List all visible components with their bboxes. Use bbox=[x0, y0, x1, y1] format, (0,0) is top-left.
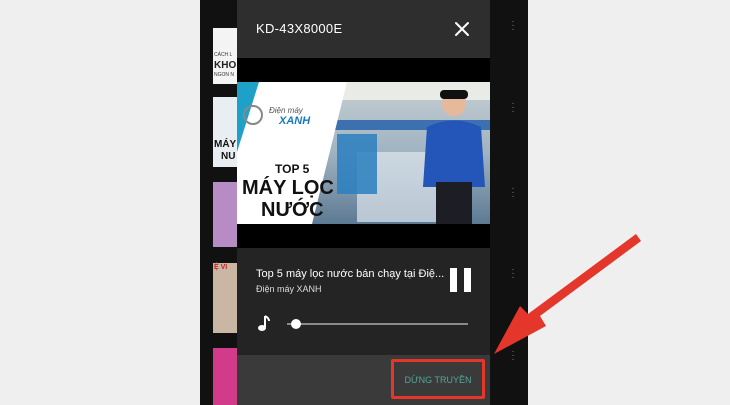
dialog-header: KD-43X8000E bbox=[237, 0, 490, 58]
video-preview[interactable]: Điện máy XANH TOP 5 MÁY LỌC NƯỚC bbox=[237, 58, 490, 248]
pause-icon[interactable] bbox=[450, 268, 472, 292]
slider-thumb[interactable] bbox=[291, 319, 302, 329]
red-arrow-annotation bbox=[490, 228, 650, 358]
thumbnail-text: Ệ VI bbox=[214, 264, 228, 271]
thumbnail-text: NGON N bbox=[214, 72, 234, 78]
track-channel: Điện máy XANH bbox=[256, 284, 322, 294]
music-note-icon bbox=[257, 314, 271, 332]
volume-slider[interactable] bbox=[287, 318, 468, 330]
more-options-icon[interactable]: · · · bbox=[510, 184, 516, 202]
thumbnail-text: MÁY bbox=[214, 139, 237, 150]
headline-line2: NƯỚC bbox=[261, 199, 324, 221]
thumbnail-text: CÁCH L bbox=[214, 52, 233, 58]
thumbnail-text: KHO bbox=[214, 60, 237, 71]
more-options-icon[interactable]: · · · bbox=[510, 99, 516, 117]
video-thumbnail: Điện máy XANH TOP 5 MÁY LỌC NƯỚC bbox=[237, 82, 490, 224]
cast-dialog: KD-43X8000E Điện máy XANH TOP 5 MÁY LỌC … bbox=[237, 0, 490, 405]
device-name: KD-43X8000E bbox=[256, 21, 343, 36]
slider-track bbox=[287, 323, 468, 325]
highlight-box bbox=[391, 359, 485, 399]
background-thumbnail[interactable] bbox=[213, 182, 237, 247]
headline-top: TOP 5 bbox=[275, 162, 310, 176]
background-thumbnail[interactable]: CÁCH L KHO NGON N bbox=[213, 28, 237, 84]
track-title: Top 5 máy lọc nước bán chạy tại Điệ... bbox=[256, 268, 445, 280]
close-icon[interactable] bbox=[451, 18, 473, 40]
brand-line: Điện máy bbox=[269, 106, 303, 115]
background-thumbnail[interactable]: Ệ VI bbox=[213, 263, 237, 333]
brand-name: XANH bbox=[279, 115, 311, 127]
thumbnail-text: NU bbox=[221, 151, 236, 162]
headline-line1: MÁY LỌC bbox=[242, 177, 334, 199]
background-video-list: CÁCH L KHO NGON N MÁY NU Ệ VI bbox=[213, 0, 237, 405]
background-thumbnail[interactable]: MÁY NU bbox=[213, 97, 237, 167]
background-thumbnail[interactable] bbox=[213, 348, 237, 405]
more-options-icon[interactable]: · · · bbox=[510, 17, 516, 35]
